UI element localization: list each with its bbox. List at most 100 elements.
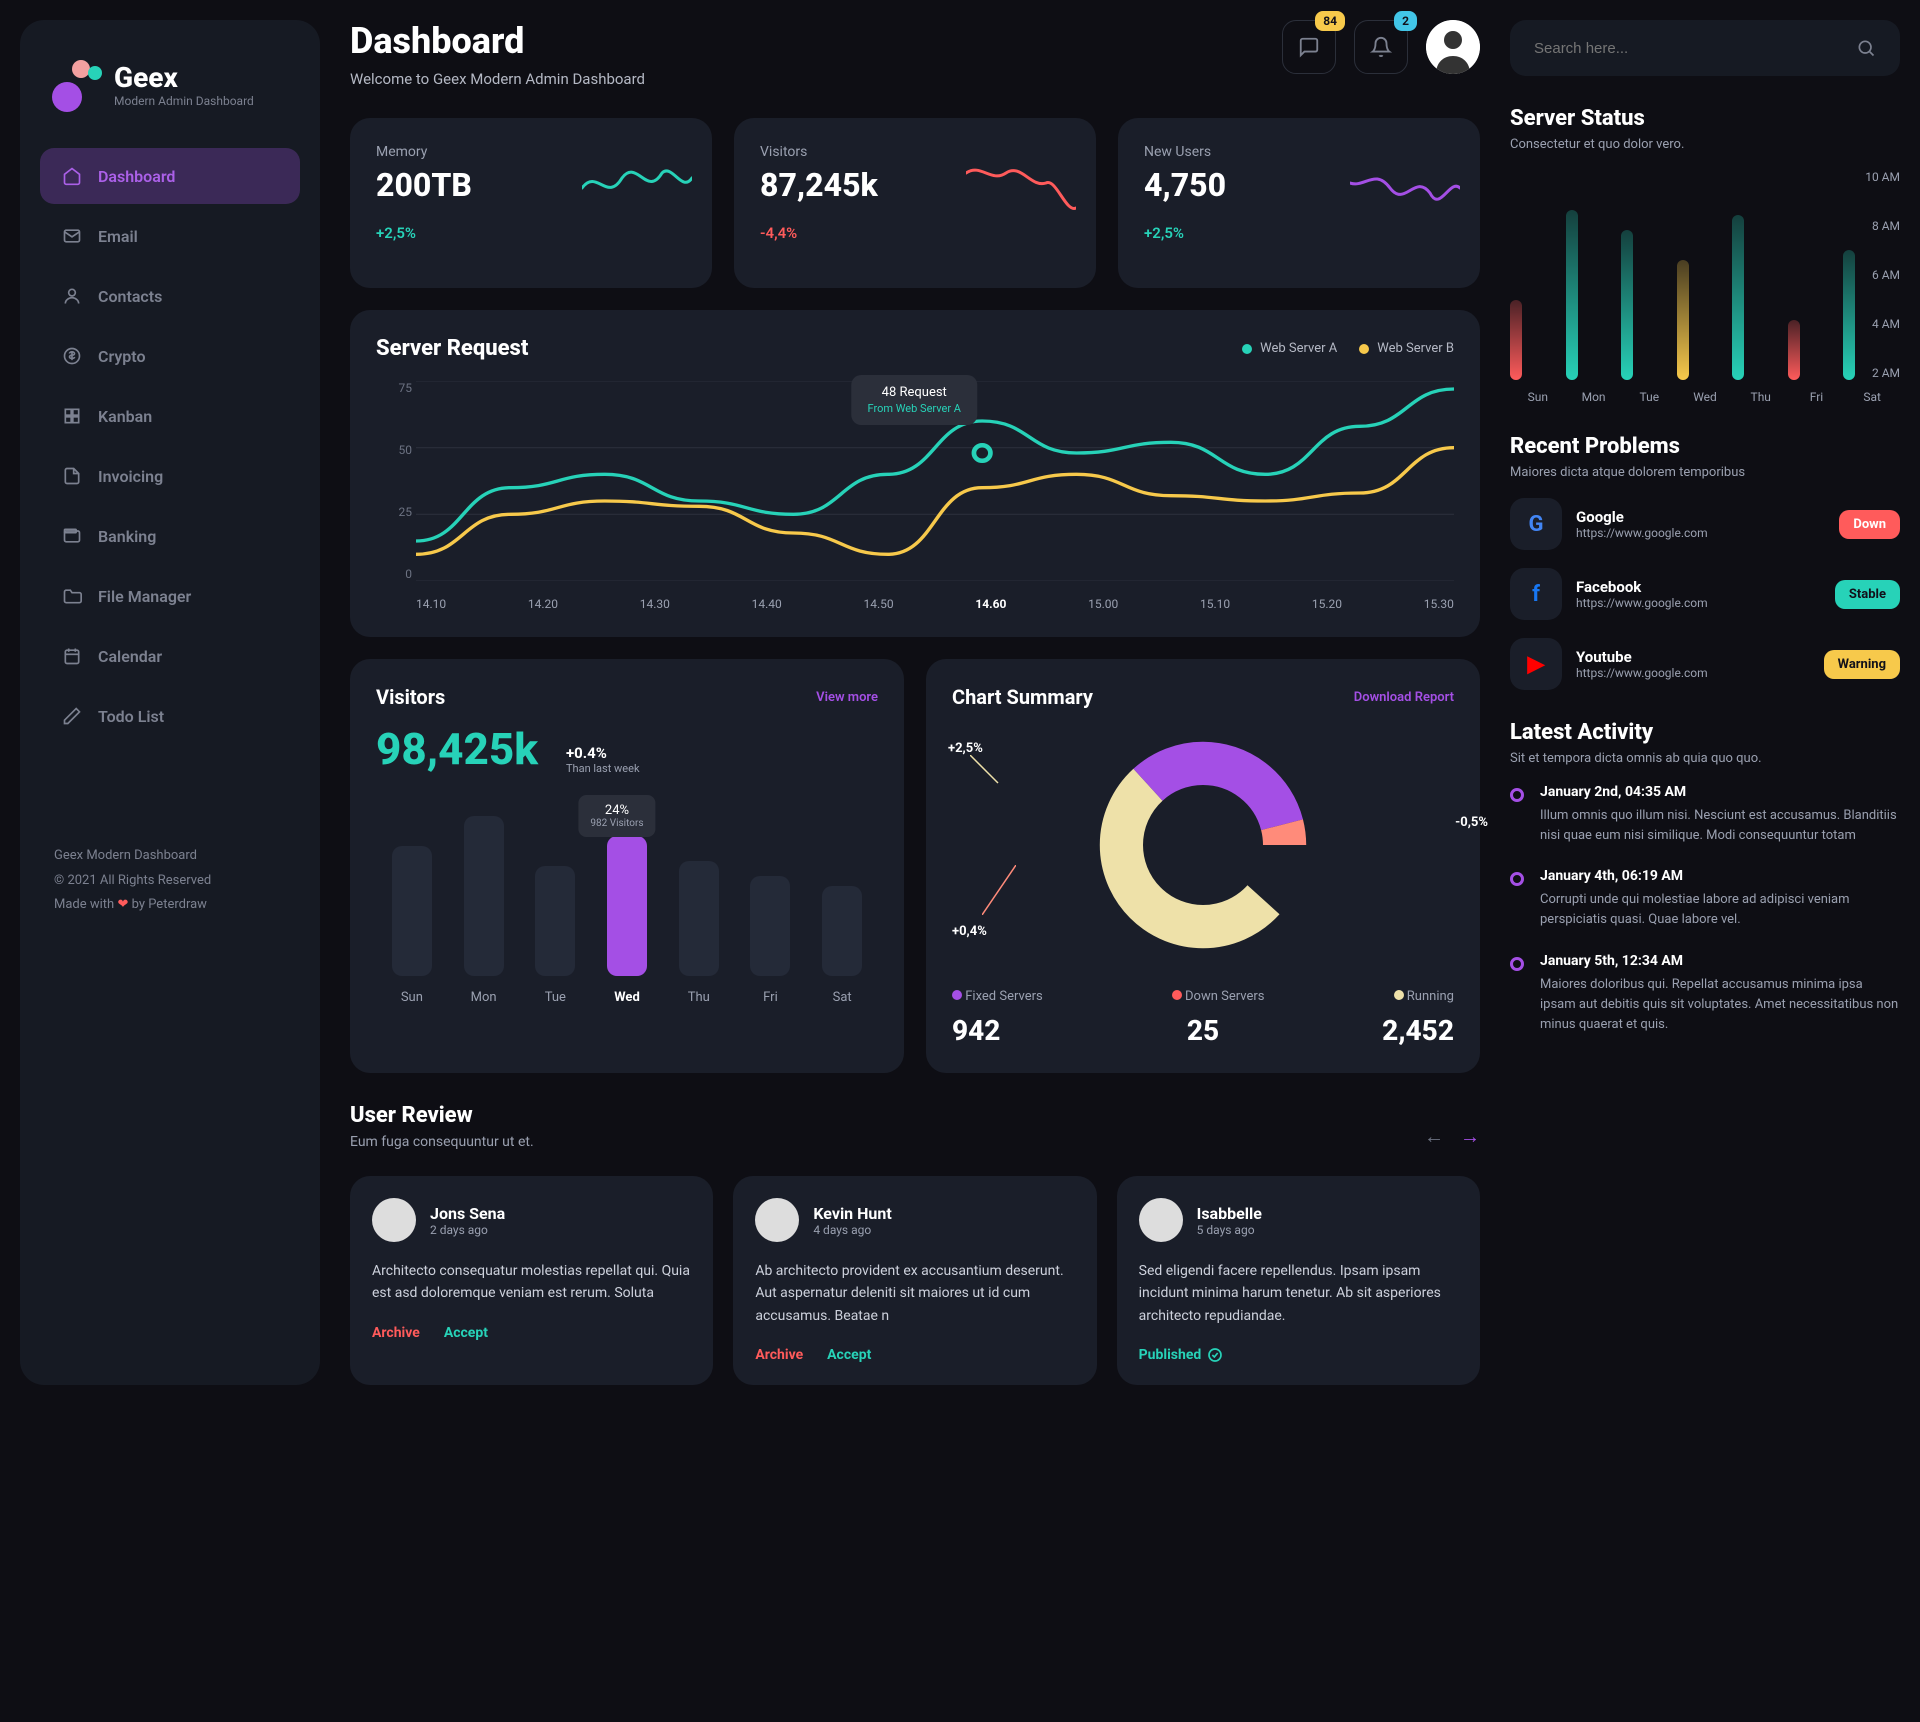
footer-line1: Geex Modern Dashboard: [54, 844, 286, 869]
review-avatar-icon: [372, 1198, 416, 1242]
activity-item: January 2nd, 04:35 AMIllum omnis quo ill…: [1510, 784, 1900, 846]
stat-card-new-users: New Users4,750+2,5%: [1118, 118, 1480, 288]
visitors-bar-tue[interactable]: Tue: [519, 866, 591, 1005]
review-archive-button[interactable]: Archive: [372, 1325, 420, 1341]
legend-fixed: Fixed Servers: [952, 989, 1043, 1004]
review-published-label: Published: [1139, 1347, 1224, 1363]
visitors-view-more-link[interactable]: View more: [816, 690, 878, 705]
problem-url: https://www.google.com: [1576, 666, 1810, 680]
donut-chart: +2,5% -0,5% +0,4%: [952, 725, 1454, 965]
problem-status-badge: Down: [1839, 510, 1900, 539]
search-input[interactable]: [1534, 40, 1856, 57]
problem-status-badge: Warning: [1824, 650, 1900, 679]
problem-url: https://www.google.com: [1576, 526, 1825, 540]
review-accept-button[interactable]: Accept: [444, 1325, 488, 1341]
review-archive-button[interactable]: Archive: [755, 1347, 803, 1363]
sidebar-item-contacts[interactable]: Contacts: [40, 268, 300, 324]
activity-text: Illum omnis quo illum nisi. Nesciunt est…: [1540, 806, 1900, 846]
review-prev-button[interactable]: ←: [1424, 1124, 1444, 1149]
search-bar[interactable]: [1510, 20, 1900, 76]
bell-icon: [1370, 36, 1392, 58]
visitors-bar-sun[interactable]: Sun: [376, 846, 448, 1005]
visitors-title: Visitors: [376, 685, 445, 709]
sidebar-item-kanban[interactable]: Kanban: [40, 388, 300, 444]
sidebar-item-label: File Manager: [98, 587, 191, 606]
visitors-card: Visitors View more 98,425k +0.4% Than la…: [350, 659, 904, 1073]
visitors-bar-thu[interactable]: Thu: [663, 861, 735, 1005]
notifications-button[interactable]: 2: [1354, 20, 1408, 74]
review-avatar-icon: [1139, 1198, 1183, 1242]
summary-val-down: 25: [1119, 1014, 1286, 1047]
review-avatar-icon: [755, 1198, 799, 1242]
problem-name: Facebook: [1576, 578, 1821, 596]
home-icon: [62, 166, 82, 186]
sidebar-item-label: Email: [98, 227, 138, 246]
sidebar-item-invoicing[interactable]: Invoicing: [40, 448, 300, 504]
sidebar-item-crypto[interactable]: Crypto: [40, 328, 300, 384]
legend-server-b: Web Server B: [1359, 341, 1454, 356]
sidebar-item-label: Contacts: [98, 287, 162, 306]
avatar-image-icon: [1426, 20, 1480, 74]
grid-icon: [62, 406, 82, 426]
problem-row-facebook[interactable]: fFacebookhttps://www.google.comStable: [1510, 568, 1900, 620]
server-status-bar-fri: [1788, 320, 1800, 380]
visitors-bar-mon[interactable]: Mon: [448, 816, 520, 1005]
user-review-sub: Eum fuga consequuntur ut et.: [350, 1134, 534, 1150]
activity-dot-icon: [1510, 872, 1524, 886]
visitors-bar-sat[interactable]: Sat: [806, 886, 878, 1005]
visitors-bar-fri[interactable]: Fri: [735, 876, 807, 1005]
logo: Geex Modern Admin Dashboard: [40, 60, 300, 108]
review-body: Sed eligendi facere repellendus. Ipsam i…: [1139, 1260, 1458, 1327]
server-request-tooltip: 48 Request From Web Server A: [852, 375, 977, 425]
activity-item: January 4th, 06:19 AMCorrupti unde qui m…: [1510, 868, 1900, 930]
latest-activity-section: Latest Activity Sit et tempora dicta omn…: [1510, 720, 1900, 1035]
sidebar-item-banking[interactable]: Banking: [40, 508, 300, 564]
problem-url: https://www.google.com: [1576, 596, 1821, 610]
visitors-bar-chart: 24% 982 Visitors SunMonTueWedThuFriSat: [376, 805, 878, 1005]
sidebar-item-dashboard[interactable]: Dashboard: [40, 148, 300, 204]
notifications-badge: 2: [1394, 11, 1417, 31]
activity-date: January 4th, 06:19 AM: [1540, 868, 1900, 884]
review-body: Ab architecto provident ex accusantium d…: [755, 1260, 1074, 1327]
sidebar-item-todo-list[interactable]: Todo List: [40, 688, 300, 744]
problem-row-google[interactable]: GGooglehttps://www.google.comDown: [1510, 498, 1900, 550]
review-accept-button[interactable]: Accept: [827, 1347, 871, 1363]
review-card: Kevin Hunt4 days agoAb architecto provid…: [733, 1176, 1096, 1385]
activity-dot-icon: [1510, 957, 1524, 971]
search-icon: [1856, 38, 1876, 58]
avatar[interactable]: [1426, 20, 1480, 74]
sidebar-item-label: Dashboard: [98, 167, 175, 186]
sidebar-item-file-manager[interactable]: File Manager: [40, 568, 300, 624]
stat-card-visitors: Visitors87,245k-4,4%: [734, 118, 1096, 288]
server-status-title: Server Status: [1510, 106, 1900, 131]
page-title: Dashboard: [350, 20, 645, 62]
user-review-title: User Review: [350, 1103, 534, 1128]
server-status-bar-wed: [1677, 260, 1689, 380]
download-report-link[interactable]: Download Report: [1354, 690, 1454, 705]
page-subtitle: Welcome to Geex Modern Admin Dashboard: [350, 70, 645, 88]
legend-down: Down Servers: [1172, 989, 1265, 1004]
server-status-bar-sun: [1510, 300, 1522, 380]
brand-title: Geex: [114, 61, 254, 94]
visitors-bar-wed[interactable]: Wed: [591, 836, 663, 1005]
wallet-icon: [62, 526, 82, 546]
recent-problems-section: Recent Problems Maiores dicta atque dolo…: [1510, 434, 1900, 690]
problem-row-youtube[interactable]: ▶Youtubehttps://www.google.comWarning: [1510, 638, 1900, 690]
nav: Dashboard Email Contacts Crypto Kanban Invoic…: [40, 148, 300, 744]
latest-activity-sub: Sit et tempora dicta omnis ab quia quo q…: [1510, 751, 1900, 766]
heart-icon: ❤: [117, 897, 128, 912]
activity-text: Maiores doloribus qui. Repellat accusamu…: [1540, 975, 1900, 1035]
mail-icon: [62, 226, 82, 246]
review-name: Jons Sena: [430, 1204, 505, 1223]
sidebar-item-label: Kanban: [98, 407, 152, 426]
sidebar-item-calendar[interactable]: Calendar: [40, 628, 300, 684]
chat-badge: 84: [1315, 11, 1345, 31]
review-next-button[interactable]: →: [1460, 1124, 1480, 1149]
chat-icon: [1298, 36, 1320, 58]
review-body: Architecto consequatur molestias repella…: [372, 1260, 691, 1305]
problem-name: Google: [1576, 508, 1825, 526]
server-request-card: Server Request Web Server A Web Server B…: [350, 310, 1480, 637]
review-time: 2 days ago: [430, 1223, 505, 1237]
sidebar-item-email[interactable]: Email: [40, 208, 300, 264]
chat-button[interactable]: 84: [1282, 20, 1336, 74]
